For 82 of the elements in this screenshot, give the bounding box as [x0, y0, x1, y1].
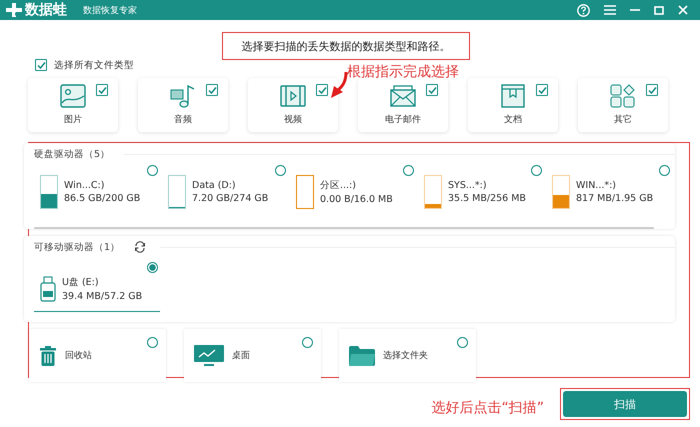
checkbox[interactable]: [35, 59, 47, 71]
close-icon[interactable]: [678, 5, 688, 15]
drive-item[interactable]: SYS...*:) 35.5 MB/256 MB: [418, 169, 544, 215]
radio-button[interactable]: [147, 262, 158, 273]
drive-name: Win...C:): [64, 180, 106, 191]
music-note-icon: [170, 84, 196, 108]
image-icon: [60, 84, 86, 108]
location-card[interactable]: 桌面: [184, 329, 321, 382]
file-type-card[interactable]: 音频: [138, 78, 228, 132]
radio-button[interactable]: [302, 337, 313, 348]
drive-item[interactable]: Data (D:) 7.20 GB/274 GB: [162, 169, 288, 215]
drive-name: 分区...:): [320, 179, 357, 192]
radio-button[interactable]: [403, 165, 414, 176]
annotation-text: 根据指示完成选择: [347, 63, 459, 81]
location-label: 选择文件夹: [383, 350, 428, 362]
select-all-label: 选择所有文件类型: [54, 58, 134, 72]
radio-button[interactable]: [457, 337, 468, 348]
location-card[interactable]: 选择文件夹: [339, 329, 476, 382]
radio-button[interactable]: [531, 165, 542, 176]
drive-item[interactable]: 分区...:) 0.00 B/16.0 MB: [290, 169, 416, 215]
app-subtitle: 数据恢复专家: [83, 4, 137, 16]
drive-usage: 817 MB/1.95 GB: [576, 193, 654, 204]
refresh-icon[interactable]: [134, 241, 146, 253]
menu-icon[interactable]: [604, 5, 616, 15]
drive-icon: [552, 175, 570, 209]
radio-button[interactable]: [659, 165, 670, 176]
trash-icon: [39, 346, 57, 366]
file-type-label: 电子邮件: [385, 114, 421, 126]
file-type-label: 文档: [504, 114, 522, 126]
file-type-card[interactable]: 视频: [248, 78, 338, 132]
frog-logo-icon: [6, 3, 22, 17]
file-type-card[interactable]: 电子邮件: [358, 78, 448, 132]
document-icon: [500, 84, 526, 108]
checkbox[interactable]: [536, 84, 548, 96]
radio-button[interactable]: [275, 165, 286, 176]
checkbox[interactable]: [206, 84, 218, 96]
instruction-callout: 选择要扫描的丢失数据的数据类型和路径。: [222, 32, 470, 60]
checkbox[interactable]: [426, 84, 438, 96]
usb-drive-icon: [40, 276, 56, 302]
file-type-label: 图片: [64, 114, 82, 126]
annotation-arrow: [330, 71, 348, 99]
location-label: 回收站: [65, 350, 92, 362]
checkbox[interactable]: [316, 84, 328, 96]
folder-icon: [349, 346, 375, 366]
drive-item[interactable]: U盘 (E:) 39.4 MB/57.2 GB: [34, 266, 160, 312]
checkbox[interactable]: [96, 84, 108, 96]
help-icon[interactable]: [577, 4, 590, 16]
drive-usage: 7.20 GB/274 GB: [192, 193, 268, 204]
file-type-card[interactable]: 文档: [468, 78, 558, 132]
section-title: 可移动驱动器（1）: [34, 240, 120, 254]
grid-icon: [610, 84, 636, 108]
drive-icon: [40, 175, 58, 209]
file-type-card[interactable]: 其它: [578, 78, 668, 132]
drive-usage: 35.5 MB/256 MB: [448, 193, 526, 204]
drive-item[interactable]: Win...C:) 86.5 GB/200 GB: [34, 169, 160, 215]
radio-button[interactable]: [147, 165, 158, 176]
monitor-icon: [194, 344, 224, 366]
file-type-label: 音频: [174, 114, 192, 126]
drive-name: U盘 (E:): [62, 276, 100, 288]
drive-usage: 86.5 GB/200 GB: [64, 193, 140, 204]
maximize-icon[interactable]: [654, 6, 664, 14]
drive-name: Data (D:): [192, 180, 237, 191]
file-type-card[interactable]: 图片: [28, 78, 118, 132]
file-type-label: 其它: [614, 114, 632, 126]
location-label: 桌面: [232, 350, 250, 362]
drive-icon: [424, 175, 442, 209]
app-name: 数据蛙: [25, 1, 67, 19]
scan-button[interactable]: 扫描: [563, 391, 687, 417]
drive-icon: [168, 175, 186, 209]
drive-usage: 39.4 MB/57.2 GB: [62, 290, 142, 302]
drive-item[interactable]: WIN...*:) 817 MB/1.95 GB: [546, 169, 672, 215]
checkbox[interactable]: [646, 84, 658, 96]
drive-name: SYS...*:): [448, 180, 488, 191]
location-card[interactable]: 回收站: [29, 329, 166, 382]
drive-usage: 0.00 B/16.0 MB: [320, 194, 393, 205]
film-icon: [280, 84, 306, 108]
file-type-label: 视频: [284, 114, 302, 126]
section-title: 硬盘驱动器（5）: [34, 148, 110, 160]
envelope-icon: [390, 84, 416, 108]
radio-button[interactable]: [147, 337, 158, 348]
drive-name: WIN...*:): [576, 180, 618, 191]
annotation-text: 选好后点击“扫描”: [431, 399, 544, 417]
